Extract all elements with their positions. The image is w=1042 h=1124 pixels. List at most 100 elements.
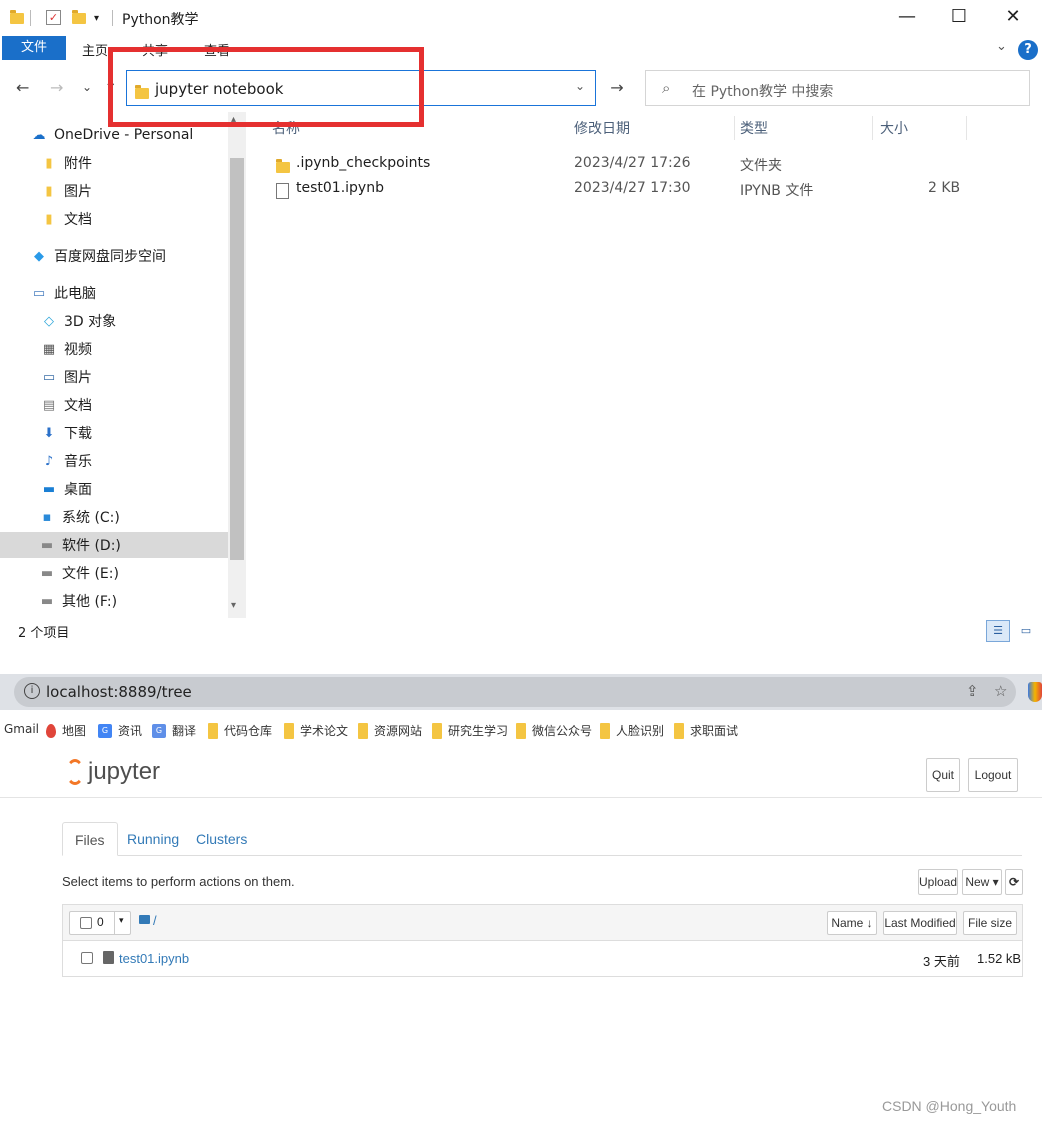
sidebar-item[interactable]: ▦ 视频 bbox=[40, 336, 92, 362]
tab-home[interactable]: 主页 bbox=[82, 40, 108, 59]
bookmark-folder[interactable]: 代码仓库 bbox=[208, 722, 272, 739]
news-icon: G bbox=[98, 723, 112, 738]
sidebar-item[interactable]: ▬ 其他 (F:) bbox=[38, 588, 117, 614]
upload-button[interactable]: Upload bbox=[918, 869, 958, 895]
back-button[interactable]: ← bbox=[16, 78, 29, 97]
sidebar-item[interactable]: ▬ 文件 (E:) bbox=[38, 560, 119, 586]
minimize-button[interactable]: — bbox=[892, 6, 922, 30]
column-modified[interactable]: 修改日期 bbox=[574, 118, 630, 138]
breadcrumb-root[interactable]: / bbox=[153, 913, 157, 928]
cloud-icon: ☁ bbox=[32, 127, 46, 143]
sidebar-item-label: 其他 (F:) bbox=[62, 594, 118, 610]
extension-icon[interactable] bbox=[1028, 682, 1042, 702]
bookmark-folder[interactable]: 研究生学习 bbox=[432, 722, 508, 739]
folder-icon bbox=[516, 722, 526, 739]
chevron-down-icon[interactable]: ⌄ bbox=[575, 79, 585, 93]
tab-running[interactable]: Running bbox=[115, 822, 191, 856]
browser-window: i localhost:8889/tree ⇪ ☆ Gmail 地图 G 资讯 G… bbox=[0, 674, 1042, 1124]
search-placeholder[interactable]: 在 Python教学 中搜索 bbox=[692, 81, 833, 101]
sidebar-item[interactable]: ▭ 图片 bbox=[40, 364, 92, 390]
tab-file[interactable]: 文件 bbox=[2, 36, 66, 60]
column-size[interactable]: 大小 bbox=[880, 118, 908, 138]
new-button[interactable]: New ▾ bbox=[962, 869, 1002, 895]
bookmark-folder[interactable]: 微信公众号 bbox=[516, 722, 592, 739]
share-icon[interactable]: ⇪ bbox=[966, 682, 979, 700]
tab-clusters[interactable]: Clusters bbox=[184, 822, 259, 856]
scroll-up-icon[interactable]: ▴ bbox=[231, 114, 236, 125]
bookmark-folder[interactable]: 资源网站 bbox=[358, 722, 422, 739]
jupyter-header: jupyter Quit Logout bbox=[0, 750, 1042, 798]
sidebar-item[interactable]: ▬ 桌面 bbox=[40, 476, 92, 502]
logout-button[interactable]: Logout bbox=[968, 758, 1018, 792]
new-folder-icon[interactable] bbox=[72, 9, 86, 26]
caret-down-icon[interactable]: ▾ bbox=[119, 915, 124, 926]
sidebar-item[interactable]: ▮ 文档 bbox=[40, 206, 92, 232]
customize-toolbar-icon[interactable]: ▾ bbox=[94, 10, 99, 26]
sidebar-item[interactable]: ◇ 3D 对象 bbox=[40, 308, 116, 334]
recent-locations-button[interactable]: ⌄ bbox=[82, 80, 92, 94]
jupyter-logo[interactable]: jupyter bbox=[66, 758, 160, 786]
folder-icon[interactable] bbox=[139, 915, 150, 924]
sidebar-item[interactable]: ▪ 系统 (C:) bbox=[38, 504, 120, 530]
details-view-button[interactable]: ☰ bbox=[986, 620, 1010, 642]
sidebar-item[interactable]: ▬ 软件 (D:) bbox=[0, 532, 228, 558]
file-modified: 2023/4/27 17:26 bbox=[574, 155, 691, 171]
bookmark-folder[interactable]: 求职面试 bbox=[674, 722, 738, 739]
help-icon[interactable]: ? bbox=[1018, 40, 1038, 60]
sidebar-item[interactable]: ▮ 图片 bbox=[40, 178, 92, 204]
sort-by-name-button[interactable]: Name ↓ bbox=[827, 911, 877, 935]
music-icon: ♪ bbox=[44, 453, 54, 469]
quit-button[interactable]: Quit bbox=[926, 758, 960, 792]
address-input[interactable]: jupyter notebook bbox=[155, 80, 283, 98]
bookmark-star-icon[interactable]: ☆ bbox=[994, 682, 1007, 700]
sidebar-item[interactable]: ⬇ 下载 bbox=[40, 420, 92, 446]
sidebar-item[interactable]: ▮ 附件 bbox=[40, 150, 92, 176]
bookmark-folder[interactable]: 人脸识别 bbox=[600, 722, 664, 739]
bookmark-news[interactable]: G 资讯 bbox=[98, 722, 142, 739]
sidebar-scrollbar[interactable]: ▴ ▾ bbox=[228, 112, 246, 618]
sidebar-item-label: 文档 bbox=[64, 212, 92, 228]
computer-icon: ▭ bbox=[32, 285, 46, 301]
close-button[interactable]: ✕ bbox=[998, 6, 1028, 30]
column-type[interactable]: 类型 bbox=[740, 118, 768, 138]
bookmark-translate[interactable]: G 翻译 bbox=[152, 722, 196, 739]
maximize-button[interactable]: ☐ bbox=[944, 6, 974, 30]
scroll-down-icon[interactable]: ▾ bbox=[231, 600, 236, 611]
bookmark-maps[interactable]: 地图 bbox=[46, 722, 86, 739]
tab-files[interactable]: Files bbox=[62, 822, 118, 856]
large-icons-view-button[interactable]: ▭ bbox=[1014, 620, 1038, 642]
url-bar[interactable]: i localhost:8889/tree ⇪ ☆ bbox=[14, 677, 1016, 707]
address-bar[interactable]: jupyter notebook ⌄ bbox=[126, 70, 596, 106]
sidebar-item[interactable]: ▭ 此电脑 bbox=[30, 280, 96, 306]
sidebar-item[interactable]: ♪ 音乐 bbox=[40, 448, 92, 474]
item-count: 2 个项目 bbox=[18, 626, 70, 641]
refresh-button[interactable]: ⟳ bbox=[1005, 869, 1023, 895]
column-name[interactable]: 名称 bbox=[272, 118, 300, 138]
row-checkbox[interactable] bbox=[81, 952, 93, 964]
tab-view[interactable]: 查看 bbox=[204, 40, 230, 59]
notebook-link[interactable]: test01.ipynb bbox=[119, 951, 189, 966]
folder-icon bbox=[600, 722, 610, 739]
select-all-dropdown[interactable]: 0 ▾ bbox=[69, 911, 131, 935]
bookmark-gmail[interactable]: Gmail bbox=[4, 722, 39, 736]
scrollbar-thumb[interactable] bbox=[230, 158, 244, 560]
tab-share[interactable]: 共享 bbox=[142, 40, 168, 59]
properties-icon[interactable]: ✓ bbox=[46, 10, 61, 25]
info-icon[interactable]: i bbox=[24, 683, 40, 699]
select-all-checkbox[interactable] bbox=[80, 917, 92, 929]
url-text[interactable]: localhost:8889/tree bbox=[46, 683, 192, 701]
sort-by-modified-button[interactable]: Last Modified bbox=[883, 911, 957, 935]
bookmark-folder[interactable]: 学术论文 bbox=[284, 722, 348, 739]
search-box[interactable]: ⌕ 在 Python教学 中搜索 bbox=[645, 70, 1030, 106]
sort-by-size-button[interactable]: File size bbox=[963, 911, 1017, 935]
file-row[interactable]: test01.ipynb 2023/4/27 17:30 IPYNB 文件 2 … bbox=[246, 177, 1042, 201]
up-button[interactable]: ↑ bbox=[104, 78, 117, 97]
expand-ribbon-icon[interactable]: ⌄ bbox=[996, 39, 1007, 54]
sidebar-item[interactable]: ▤ 文档 bbox=[40, 392, 92, 418]
sidebar-item[interactable]: ◆ 百度网盘同步空间 bbox=[30, 243, 166, 269]
file-row[interactable]: .ipynb_checkpoints 2023/4/27 17:26 文件夹 bbox=[246, 152, 1042, 176]
notebook-row[interactable]: test01.ipynb 3 天前 1.52 kB bbox=[63, 942, 1022, 976]
sidebar-item[interactable]: ☁ OneDrive - Personal bbox=[30, 122, 194, 148]
go-button[interactable]: → bbox=[600, 70, 634, 106]
forward-button[interactable]: → bbox=[50, 78, 63, 97]
